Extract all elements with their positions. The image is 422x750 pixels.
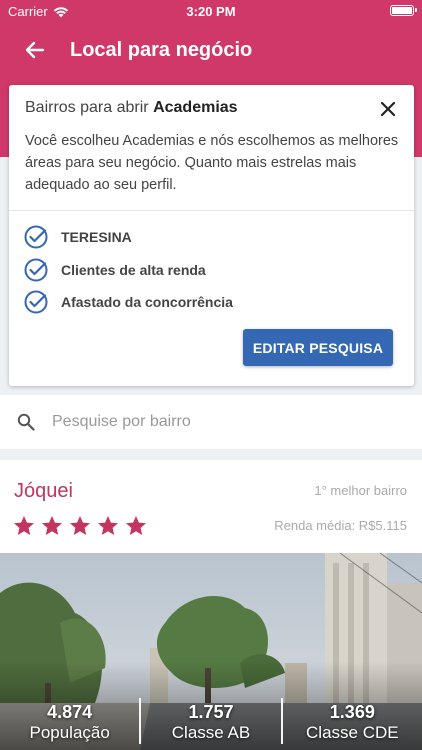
star-icon [98,516,118,535]
star-icon [42,516,62,535]
criterion-item: TERESINA [23,221,233,254]
page-title: Local para negócio [70,38,253,61]
stat-label: Classe CDE [306,722,399,742]
star-icon [14,516,34,535]
average-income: Renda média: R$5.115 [274,518,407,533]
check-circle-icon [24,290,48,314]
stat-population: 4.874 População [0,694,139,750]
stat-divider [280,698,283,744]
arrow-left-icon [25,41,45,59]
criterion-item: Clientes de alta renda [23,254,233,287]
search-icon [0,413,52,431]
card-title-business: Academias [153,99,238,116]
status-bar: Carrier 3:20 PM [0,0,422,22]
back-button[interactable] [0,22,70,78]
clock: 3:20 PM [186,4,236,19]
criterion-item: Afastado da concorrência [23,286,233,319]
neighborhood-name: Jóquei [14,480,73,502]
card-divider [9,210,414,211]
stat-value: 1.369 [329,701,375,722]
neighborhood-photo: 4.874 População 1.757 Classe AB 1.369 Cl… [0,553,422,750]
close-button[interactable] [374,95,402,123]
app-bar: Local para negócio [0,22,422,78]
search-summary-card: Bairros para abrir Academias Você escolh… [9,85,414,386]
check-circle-icon [24,258,48,282]
stat-label: Classe AB [171,722,251,742]
search-bar [0,395,422,449]
stat-value: 1.757 [188,701,234,722]
stat-class-cde: 1.369 Classe CDE [283,694,422,750]
card-title: Bairros para abrir Academias [25,99,238,117]
stat-value: 4.874 [47,701,93,722]
neighborhood-card[interactable]: Jóquei 1° melhor bairro Renda média: R$5… [0,460,422,750]
edit-search-button[interactable]: EDITAR PESQUISA [243,329,393,366]
stat-label: População [29,722,110,742]
card-description: Você escolheu Academias e nós escolhemos… [25,133,399,193]
criteria-list: TERESINA Clientes de alta renda Afastado… [23,221,233,319]
neighborhood-stats: 4.874 População 1.757 Classe AB 1.369 Cl… [0,694,422,750]
card-title-prefix: Bairros para abrir [25,99,149,116]
stat-class-ab: 1.757 Classe AB [141,694,280,750]
check-circle-icon [24,225,48,249]
battery-icon [390,5,417,16]
criterion-label: Afastado da concorrência [61,294,233,311]
criterion-label: TERESINA [61,229,132,246]
rating-stars [12,514,148,538]
star-icon [70,516,90,535]
close-icon [380,101,396,117]
stat-divider [139,698,142,744]
criterion-label: Clientes de alta renda [61,261,206,278]
neighborhood-rank: 1° melhor bairro [314,483,407,498]
search-input[interactable] [52,413,392,431]
star-icon [126,516,146,535]
